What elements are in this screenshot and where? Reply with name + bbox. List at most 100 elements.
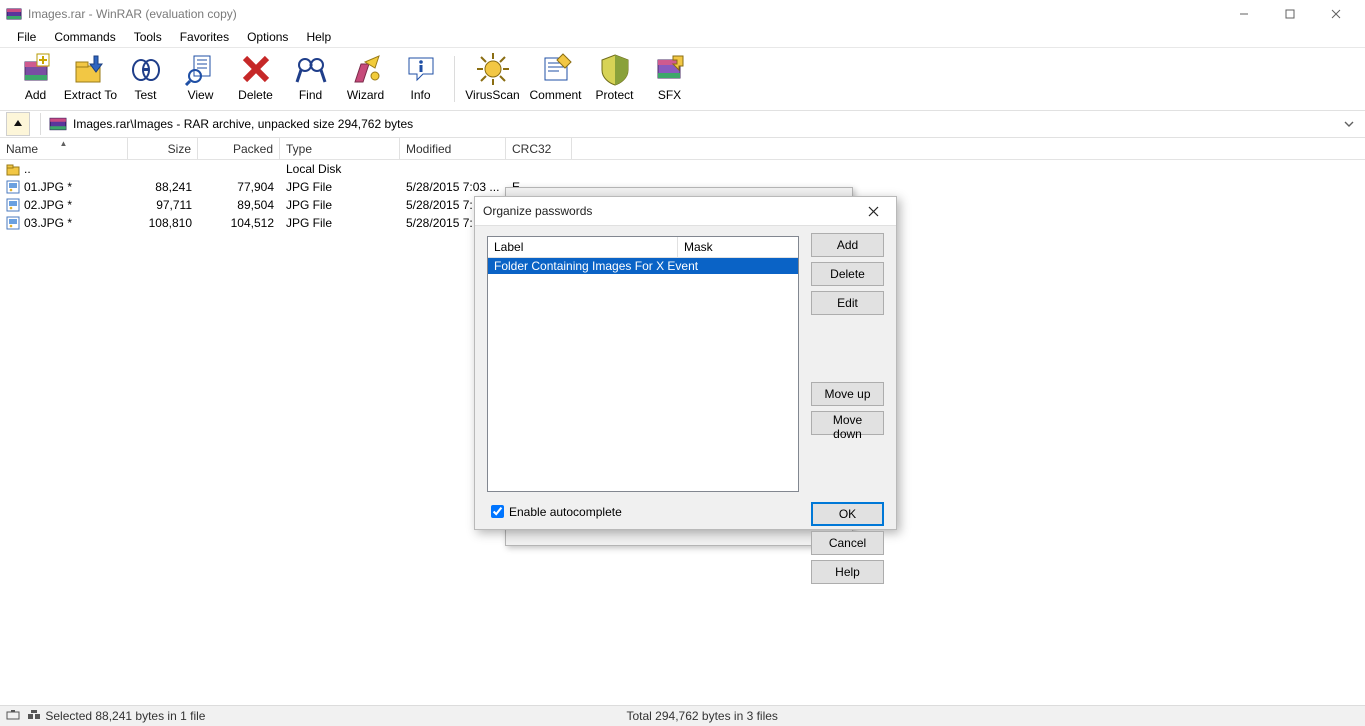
minimize-button[interactable]	[1221, 0, 1267, 27]
status-selected: Selected 88,241 bytes in 1 file	[45, 709, 205, 723]
toolbar-add[interactable]: Add	[8, 52, 63, 102]
cell-packed: 104,512	[198, 216, 280, 230]
status-total: Total 294,762 bytes in 3 files	[205, 709, 1199, 723]
path-dropdown-icon[interactable]	[1339, 113, 1359, 135]
test-icon	[129, 52, 163, 86]
toolbar-find[interactable]: Find	[283, 52, 338, 102]
toolbar-delete[interactable]: Delete	[228, 52, 283, 102]
maximize-button[interactable]	[1267, 0, 1313, 27]
wizard-icon	[349, 52, 383, 86]
virus-icon	[476, 52, 510, 86]
col-type[interactable]: Type	[280, 138, 400, 159]
cell-modified: 5/28/2015 7:03 ...	[400, 180, 506, 194]
cell-type: JPG File	[280, 216, 400, 230]
cell-size: 88,241	[128, 180, 198, 194]
toolbar-extract[interactable]: Extract To	[63, 52, 118, 102]
add-icon	[19, 52, 53, 86]
cell-packed: 89,504	[198, 198, 280, 212]
toolbar-test-label: Test	[134, 88, 156, 102]
dialog-titlebar[interactable]: Organize passwords	[475, 197, 896, 226]
move-up-button[interactable]: Move up	[811, 382, 884, 406]
col-size[interactable]: Size	[128, 138, 198, 159]
image-file-icon	[6, 180, 20, 194]
cell-size: 108,810	[128, 216, 198, 230]
enable-autocomplete-label: Enable autocomplete	[509, 505, 622, 519]
up-button[interactable]	[6, 112, 30, 136]
ok-button[interactable]: OK	[811, 502, 884, 526]
toolbar-test[interactable]: Test	[118, 52, 173, 102]
toolbar-virusscan-label: VirusScan	[465, 88, 519, 102]
cell-name: ..	[24, 162, 31, 176]
address-bar: Images.rar\Images - RAR archive, unpacke…	[0, 111, 1365, 138]
col-packed[interactable]: Packed	[198, 138, 280, 159]
pw-col-mask[interactable]: Mask	[678, 237, 798, 257]
cell-name: 03.JPG *	[24, 216, 72, 230]
toolbar: Add Extract To Test	[0, 48, 1365, 111]
archive-icon	[49, 115, 67, 133]
col-name-label: Name	[6, 142, 38, 156]
toolbar-sfx[interactable]: SFX	[642, 52, 697, 102]
folder-icon	[6, 162, 20, 176]
delete-icon	[239, 52, 273, 86]
status-icons	[6, 709, 45, 724]
comment-icon	[539, 52, 573, 86]
pw-col-label[interactable]: Label	[488, 237, 678, 257]
cell-name: 01.JPG *	[24, 180, 72, 194]
col-name[interactable]: Name ▲	[0, 138, 128, 159]
window-title: Images.rar - WinRAR (evaluation copy)	[28, 7, 237, 21]
help-button[interactable]: Help	[811, 560, 884, 584]
menu-options[interactable]: Options	[238, 28, 297, 46]
toolbar-protect[interactable]: Protect	[587, 52, 642, 102]
enable-autocomplete-checkbox[interactable]: Enable autocomplete	[487, 502, 622, 521]
menubar: File Commands Tools Favorites Options He…	[0, 27, 1365, 48]
edit-button[interactable]: Edit	[811, 291, 884, 315]
toolbar-wizard[interactable]: Wizard	[338, 52, 393, 102]
toolbar-comment-label: Comment	[529, 88, 581, 102]
dialog-title: Organize passwords	[483, 204, 858, 218]
sort-caret-icon: ▲	[60, 139, 68, 148]
extract-icon	[74, 52, 108, 86]
delete-button[interactable]: Delete	[811, 262, 884, 286]
password-entry-selected[interactable]: Folder Containing Images For X Event	[488, 258, 798, 274]
menu-favorites[interactable]: Favorites	[171, 28, 238, 46]
menu-help[interactable]: Help	[297, 28, 340, 46]
enable-autocomplete-input[interactable]	[491, 505, 504, 518]
addrbar-separator	[40, 113, 41, 135]
toolbar-protect-label: Protect	[595, 88, 633, 102]
cell-type: Local Disk	[280, 162, 400, 176]
toolbar-view[interactable]: View	[173, 52, 228, 102]
table-row[interactable]: .. Local Disk	[0, 160, 1365, 178]
col-modified[interactable]: Modified	[400, 138, 506, 159]
add-button[interactable]: Add	[811, 233, 884, 257]
menu-commands[interactable]: Commands	[45, 28, 124, 46]
image-file-icon	[6, 216, 20, 230]
toolbar-virusscan[interactable]: VirusScan	[461, 52, 524, 102]
view-icon	[184, 52, 218, 86]
dialog-close-button[interactable]	[858, 200, 888, 222]
toolbar-info[interactable]: Info	[393, 52, 448, 102]
find-icon	[294, 52, 328, 86]
info-icon	[404, 52, 438, 86]
toolbar-separator	[454, 56, 455, 102]
menu-tools[interactable]: Tools	[125, 28, 171, 46]
close-button[interactable]	[1313, 0, 1359, 27]
password-list[interactable]: Label Mask Folder Containing Images For …	[487, 236, 799, 492]
dialog-body: Label Mask Folder Containing Images For …	[475, 226, 896, 529]
toolbar-comment[interactable]: Comment	[524, 52, 587, 102]
file-list-header[interactable]: Name ▲ Size Packed Type Modified CRC32	[0, 138, 1365, 160]
move-down-button[interactable]: Move down	[811, 411, 884, 435]
organize-passwords-dialog: Organize passwords Label Mask Folder Con…	[474, 196, 897, 530]
dialog-buttons: Add Delete Edit . . Move up Move down . …	[811, 233, 884, 589]
image-file-icon	[6, 198, 20, 212]
cell-name: 02.JPG *	[24, 198, 72, 212]
cell-type: JPG File	[280, 180, 400, 194]
toolbar-info-label: Info	[410, 88, 430, 102]
path-text[interactable]: Images.rar\Images - RAR archive, unpacke…	[73, 117, 1339, 131]
window-controls	[1221, 0, 1359, 27]
cancel-button[interactable]: Cancel	[811, 531, 884, 555]
col-crc32[interactable]: CRC32	[506, 138, 572, 159]
menu-file[interactable]: File	[8, 28, 45, 46]
toolbar-sfx-label: SFX	[658, 88, 681, 102]
titlebar: Images.rar - WinRAR (evaluation copy)	[0, 0, 1365, 27]
password-list-header[interactable]: Label Mask	[488, 237, 798, 258]
